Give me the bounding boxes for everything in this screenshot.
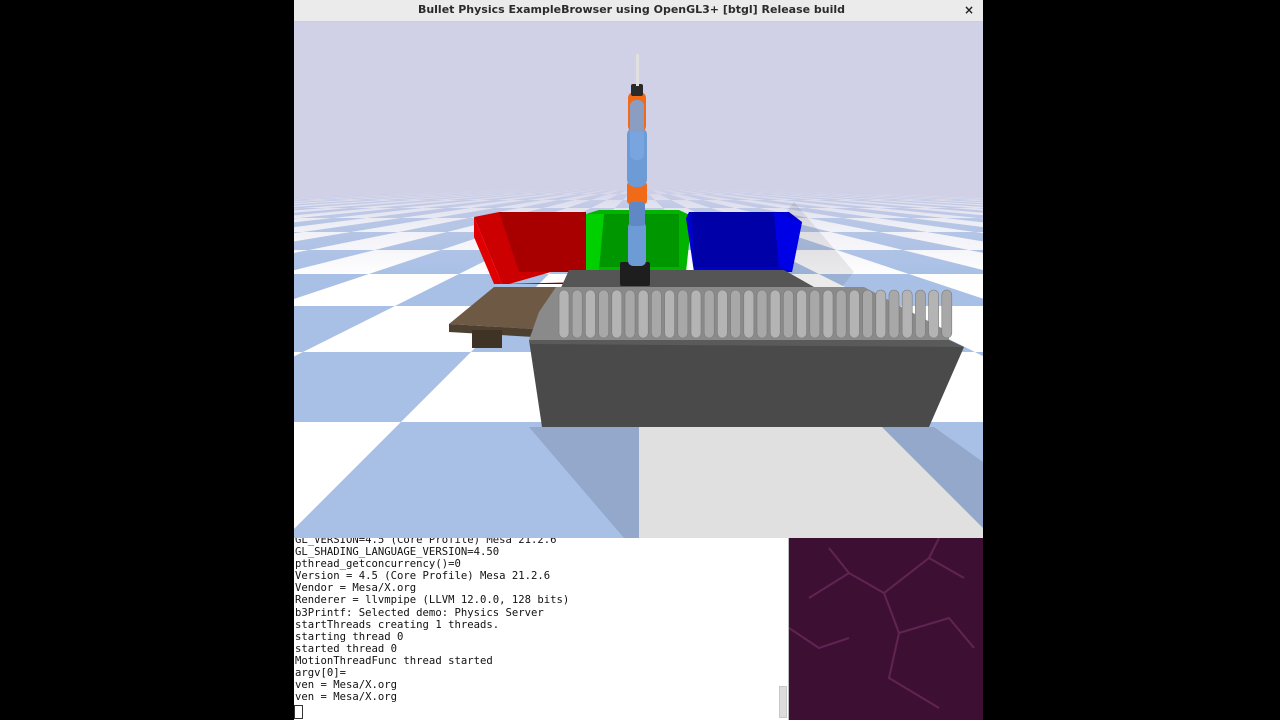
conveyor-roller [809,289,821,339]
bullet-physics-window[interactable]: Bullet Physics ExampleBrowser using Open… [294,0,983,538]
terminal-line: ven = Mesa/X.org [295,679,398,692]
window-title: Bullet Physics ExampleBrowser using Open… [417,3,846,16]
conveyor-roller [598,289,609,339]
conveyor-roller [822,289,834,339]
conveyor-roller [690,289,702,339]
blue-bin [686,212,802,272]
conveyor-roller [915,289,926,339]
terminal-line: started thread 0 [295,642,398,655]
conveyor-roller [783,289,794,339]
terminal-output: GL_VERSION=4.5 (Core Profile) Mesa 21.2.… [295,534,569,703]
conveyor-roller [849,289,860,339]
conveyor-roller [703,289,715,339]
scene-render [294,22,983,538]
conveyor [529,287,964,427]
conveyor-roller [730,289,741,339]
window-titlebar[interactable]: Bullet Physics ExampleBrowser using Open… [294,0,983,22]
conveyor-roller [835,289,847,339]
wallpaper-lines [789,538,975,709]
terminal-line: GL_SHADING_LANGUAGE_VERSION=4.50 [295,546,500,559]
terminal-line: argv[0]= [295,667,347,680]
3d-viewport[interactable] [294,22,983,538]
conveyor-roller [743,289,755,339]
conveyor-roller [637,289,649,339]
conveyor-roller [651,289,662,339]
terminal-window[interactable]: GL_VERSION=4.5 (Core Profile) Mesa 21.2.… [294,530,789,720]
conveyor-roller [571,289,583,339]
conveyor-roller [769,289,781,339]
terminal-cursor [294,705,303,719]
terminal-line: startThreads creating 1 threads. [295,618,500,631]
terminal-line: pthread_getconcurrency()=0 [295,558,461,571]
conveyor-roller [624,289,636,339]
conveyor-roller [888,289,900,339]
terminal-line: starting thread 0 [295,630,404,643]
terminal-line: MotionThreadFunc thread started [295,654,493,667]
conveyor-roller [664,289,675,339]
terminal-line: Renderer = llvmpipe (LLVM 12.0.0, 128 bi… [295,594,570,607]
conveyor-roller [796,289,807,339]
conveyor-roller [901,289,913,339]
conveyor-roller [756,289,768,339]
conveyor-roller [928,289,939,339]
terminal-line: Version = 4.5 (Core Profile) Mesa 21.2.6 [295,570,551,583]
close-button[interactable]: × [961,2,977,18]
terminal-line: Vendor = Mesa/X.org [295,582,417,595]
conveyor-roller [875,289,887,339]
terminal-line: b3Printf: Selected demo: Physics Server [295,606,544,619]
conveyor-roller [585,289,596,339]
conveyor-roller [611,289,623,339]
conveyor-roller [862,289,873,339]
conveyor-roller [677,289,689,339]
conveyor-roller [717,289,728,339]
conveyor-roller [941,289,953,339]
conveyor-roller [558,289,570,339]
terminal-line: ven = Mesa/X.org [295,691,398,704]
terminal-scrollbar[interactable] [779,686,787,718]
desktop-wallpaper [789,538,983,720]
